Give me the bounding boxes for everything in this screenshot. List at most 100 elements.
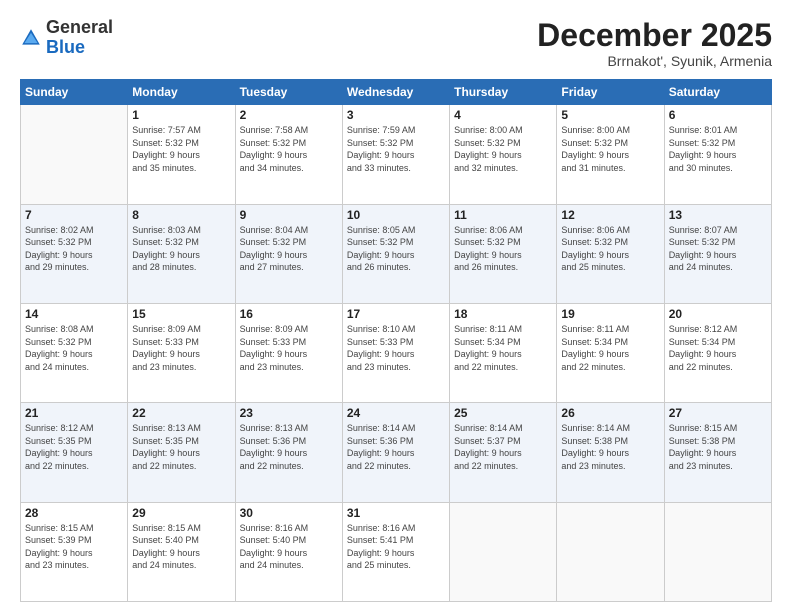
table-row: 31Sunrise: 8:16 AMSunset: 5:41 PMDayligh…	[342, 502, 449, 601]
day-number: 13	[669, 208, 767, 222]
day-info: Sunrise: 8:10 AMSunset: 5:33 PMDaylight:…	[347, 323, 445, 373]
table-row: 10 Sunrise: 8:05 AMSunset: 5:32 PMDayligh…	[342, 204, 449, 303]
day-info: Sunrise: 8:16 AMSunset: 5:40 PMDaylight:…	[240, 522, 338, 572]
calendar-header-row: Sunday Monday Tuesday Wednesday Thursday…	[21, 80, 772, 105]
table-row	[664, 502, 771, 601]
table-row: 23 Sunrise: 8:13 AMSunset: 5:36 PMDayligh…	[235, 403, 342, 502]
day-number: 25	[454, 406, 552, 420]
logo-blue: Blue	[46, 38, 113, 58]
table-row: 14 Sunrise: 8:08 AMSunset: 5:32 PMDayligh…	[21, 303, 128, 402]
table-row: 12 Sunrise: 8:06 AMSunset: 5:32 PMDayligh…	[557, 204, 664, 303]
day-number: 12	[561, 208, 659, 222]
table-row: 27Sunrise: 8:15 AMSunset: 5:38 PMDayligh…	[664, 403, 771, 502]
table-row: 20Sunrise: 8:12 AMSunset: 5:34 PMDayligh…	[664, 303, 771, 402]
calendar-week-row: 7 Sunrise: 8:02 AMSunset: 5:32 PMDaylight…	[21, 204, 772, 303]
col-tuesday: Tuesday	[235, 80, 342, 105]
table-row: 4 Sunrise: 8:00 AMSunset: 5:32 PMDaylight…	[450, 105, 557, 204]
table-row: 28 Sunrise: 8:15 AMSunset: 5:39 PMDayligh…	[21, 502, 128, 601]
calendar-week-row: 28 Sunrise: 8:15 AMSunset: 5:39 PMDayligh…	[21, 502, 772, 601]
table-row: 18 Sunrise: 8:11 AMSunset: 5:34 PMDayligh…	[450, 303, 557, 402]
day-number: 5	[561, 108, 659, 122]
subtitle: Brrnakot', Syunik, Armenia	[537, 53, 772, 69]
day-info: Sunrise: 8:06 AMSunset: 5:32 PMDaylight:…	[454, 224, 552, 274]
calendar-week-row: 21Sunrise: 8:12 AMSunset: 5:35 PMDayligh…	[21, 403, 772, 502]
day-number: 23	[240, 406, 338, 420]
day-info: Sunrise: 8:00 AMSunset: 5:32 PMDaylight:…	[454, 124, 552, 174]
day-info: Sunrise: 7:57 AMSunset: 5:32 PMDaylight:…	[132, 124, 230, 174]
day-number: 4	[454, 108, 552, 122]
table-row: 5 Sunrise: 8:00 AMSunset: 5:32 PMDaylight…	[557, 105, 664, 204]
table-row: 21Sunrise: 8:12 AMSunset: 5:35 PMDayligh…	[21, 403, 128, 502]
day-number: 14	[25, 307, 123, 321]
day-info: Sunrise: 8:12 AMSunset: 5:35 PMDaylight:…	[25, 422, 123, 472]
table-row	[557, 502, 664, 601]
day-number: 2	[240, 108, 338, 122]
day-number: 24	[347, 406, 445, 420]
table-row: 7 Sunrise: 8:02 AMSunset: 5:32 PMDaylight…	[21, 204, 128, 303]
day-info: Sunrise: 8:14 AMSunset: 5:36 PMDaylight:…	[347, 422, 445, 472]
day-info: Sunrise: 8:13 AMSunset: 5:35 PMDaylight:…	[132, 422, 230, 472]
table-row: 6Sunrise: 8:01 AMSunset: 5:32 PMDaylight…	[664, 105, 771, 204]
day-number: 8	[132, 208, 230, 222]
col-wednesday: Wednesday	[342, 80, 449, 105]
table-row: 19Sunrise: 8:11 AMSunset: 5:34 PMDayligh…	[557, 303, 664, 402]
logo: General Blue	[20, 18, 113, 58]
day-info: Sunrise: 8:06 AMSunset: 5:32 PMDaylight:…	[561, 224, 659, 274]
month-title: December 2025	[537, 18, 772, 53]
day-number: 26	[561, 406, 659, 420]
day-info: Sunrise: 8:15 AMSunset: 5:40 PMDaylight:…	[132, 522, 230, 572]
day-number: 10	[347, 208, 445, 222]
table-row: 26 Sunrise: 8:14 AMSunset: 5:38 PMDayligh…	[557, 403, 664, 502]
table-row: 8Sunrise: 8:03 AMSunset: 5:32 PMDaylight…	[128, 204, 235, 303]
table-row: 11Sunrise: 8:06 AMSunset: 5:32 PMDayligh…	[450, 204, 557, 303]
day-number: 7	[25, 208, 123, 222]
header: General Blue December 2025 Brrnakot', Sy…	[20, 18, 772, 69]
day-info: Sunrise: 8:14 AMSunset: 5:37 PMDaylight:…	[454, 422, 552, 472]
day-number: 27	[669, 406, 767, 420]
day-number: 3	[347, 108, 445, 122]
table-row: 22 Sunrise: 8:13 AMSunset: 5:35 PMDayligh…	[128, 403, 235, 502]
day-number: 6	[669, 108, 767, 122]
day-number: 16	[240, 307, 338, 321]
table-row: 24 Sunrise: 8:14 AMSunset: 5:36 PMDayligh…	[342, 403, 449, 502]
day-info: Sunrise: 8:00 AMSunset: 5:32 PMDaylight:…	[561, 124, 659, 174]
table-row: 2Sunrise: 7:58 AMSunset: 5:32 PMDaylight…	[235, 105, 342, 204]
day-number: 18	[454, 307, 552, 321]
day-info: Sunrise: 8:14 AMSunset: 5:38 PMDaylight:…	[561, 422, 659, 472]
title-block: December 2025 Brrnakot', Syunik, Armenia	[537, 18, 772, 69]
logo-icon	[20, 27, 42, 49]
day-info: Sunrise: 8:09 AMSunset: 5:33 PMDaylight:…	[240, 323, 338, 373]
day-info: Sunrise: 8:07 AMSunset: 5:32 PMDaylight:…	[669, 224, 767, 274]
day-number: 30	[240, 506, 338, 520]
day-number: 15	[132, 307, 230, 321]
table-row: 25 Sunrise: 8:14 AMSunset: 5:37 PMDayligh…	[450, 403, 557, 502]
col-thursday: Thursday	[450, 80, 557, 105]
page: General Blue December 2025 Brrnakot', Sy…	[0, 0, 792, 612]
table-row: 17 Sunrise: 8:10 AMSunset: 5:33 PMDayligh…	[342, 303, 449, 402]
day-number: 20	[669, 307, 767, 321]
day-number: 9	[240, 208, 338, 222]
day-number: 1	[132, 108, 230, 122]
logo-general: General	[46, 18, 113, 38]
table-row: 16 Sunrise: 8:09 AMSunset: 5:33 PMDayligh…	[235, 303, 342, 402]
calendar-week-row: 1 Sunrise: 7:57 AMSunset: 5:32 PMDaylight…	[21, 105, 772, 204]
day-number: 28	[25, 506, 123, 520]
day-info: Sunrise: 7:59 AMSunset: 5:32 PMDaylight:…	[347, 124, 445, 174]
day-number: 17	[347, 307, 445, 321]
day-number: 22	[132, 406, 230, 420]
col-friday: Friday	[557, 80, 664, 105]
col-monday: Monday	[128, 80, 235, 105]
day-info: Sunrise: 8:16 AMSunset: 5:41 PMDaylight:…	[347, 522, 445, 572]
day-info: Sunrise: 8:15 AMSunset: 5:39 PMDaylight:…	[25, 522, 123, 572]
day-info: Sunrise: 8:05 AMSunset: 5:32 PMDaylight:…	[347, 224, 445, 274]
day-number: 19	[561, 307, 659, 321]
day-info: Sunrise: 8:11 AMSunset: 5:34 PMDaylight:…	[454, 323, 552, 373]
day-number: 29	[132, 506, 230, 520]
day-info: Sunrise: 8:13 AMSunset: 5:36 PMDaylight:…	[240, 422, 338, 472]
table-row: 3 Sunrise: 7:59 AMSunset: 5:32 PMDaylight…	[342, 105, 449, 204]
day-info: Sunrise: 8:02 AMSunset: 5:32 PMDaylight:…	[25, 224, 123, 274]
table-row: 9Sunrise: 8:04 AMSunset: 5:32 PMDaylight…	[235, 204, 342, 303]
table-row	[450, 502, 557, 601]
calendar-week-row: 14 Sunrise: 8:08 AMSunset: 5:32 PMDayligh…	[21, 303, 772, 402]
day-info: Sunrise: 8:08 AMSunset: 5:32 PMDaylight:…	[25, 323, 123, 373]
